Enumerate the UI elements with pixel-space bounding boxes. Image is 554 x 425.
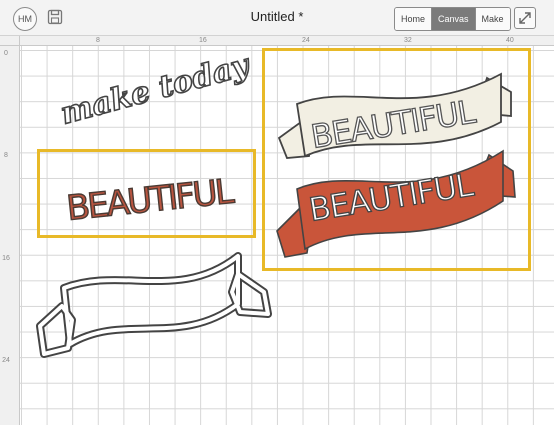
- ruler-label: 8: [96, 37, 100, 44]
- ruler-label: 40: [506, 37, 514, 44]
- top-toolbar: HM Untitled * Home Canvas Make: [0, 0, 554, 36]
- expand-icon[interactable]: [514, 7, 536, 29]
- ruler-label: 24: [302, 37, 310, 44]
- mode-home-button[interactable]: Home: [395, 8, 432, 30]
- ruler-label: 32: [404, 37, 412, 44]
- ruler-label: 16: [2, 255, 10, 262]
- svg-text:BEAUTIFUL: BEAUTIFUL: [65, 172, 236, 229]
- outline-banner[interactable]: [30, 248, 280, 368]
- ruler-label: 16: [199, 37, 207, 44]
- ruler-label: 24: [2, 357, 10, 364]
- mode-switcher: Home Canvas Make: [394, 7, 511, 31]
- ruler-label: 0: [4, 50, 8, 57]
- make-today-text[interactable]: make today: [56, 46, 256, 140]
- rust-banner[interactable]: BEAUTIFUL: [275, 145, 525, 265]
- beautiful-text-left[interactable]: BEAUTIFUL: [60, 150, 250, 230]
- mode-make-button[interactable]: Make: [474, 8, 510, 30]
- horizontal-ruler: 8 16 24 32 40: [20, 36, 554, 46]
- vertical-ruler: 0 8 16 24: [0, 46, 20, 425]
- mode-canvas-button[interactable]: Canvas: [431, 8, 475, 30]
- ruler-corner: [0, 36, 20, 46]
- ruler-label: 8: [4, 152, 8, 159]
